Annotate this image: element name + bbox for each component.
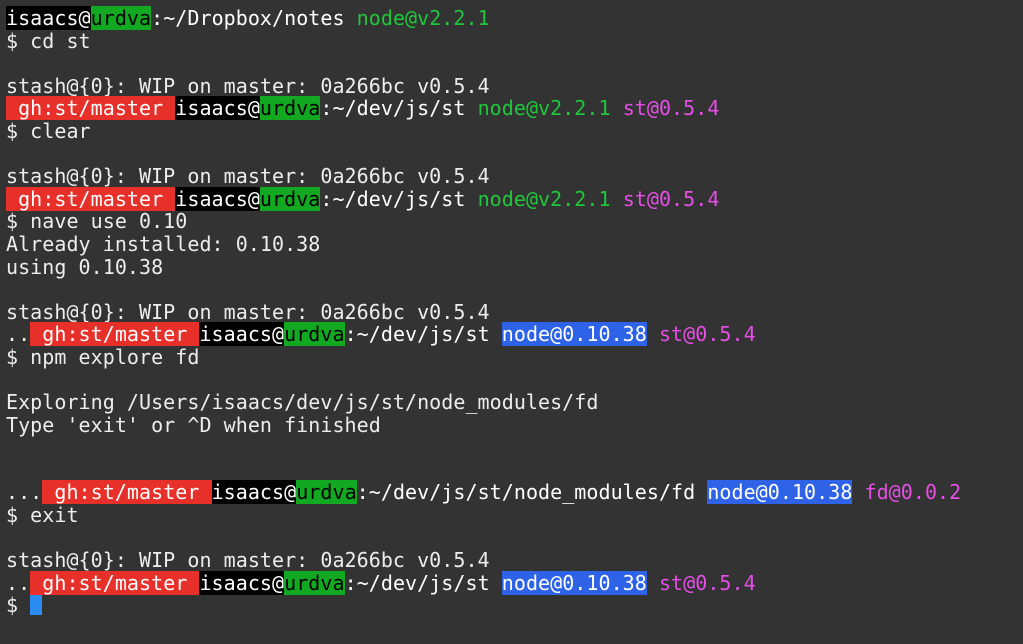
terminal-line: stash@{0}: WIP on master: 0a266bc v0.5.4 (6, 165, 1023, 188)
prompt-host: urdva (90, 6, 152, 30)
output-text: stash@{0}: WIP on master: 0a266bc v0.5.4 (6, 548, 490, 573)
prompt-host: urdva (284, 322, 345, 347)
output-text: stash@{0}: WIP on master: 0a266bc v0.5.4 (6, 299, 490, 324)
prompt-user: isaacs@ (6, 6, 91, 30)
prompt-user: isaacs@ (199, 570, 285, 595)
terminal-line: $ npm explore fd (6, 346, 1023, 369)
output-text: .. (6, 570, 31, 595)
git-branch-badge: gh:st/master (42, 480, 212, 505)
terminal-line: isaacs@urdva:~/Dropbox/notes node@v2.2.1 (6, 6, 1023, 30)
terminal-window[interactable]: isaacs@urdva:~/Dropbox/notes node@v2.2.1… (0, 0, 1023, 644)
git-branch-badge: gh:st/master (6, 186, 176, 211)
package-version: st@0.5.4 (622, 96, 720, 121)
package-version: st@0.5.4 (658, 322, 756, 347)
prompt-path: :~/dev/js/st (320, 186, 478, 211)
terminal-line: $ clear (6, 120, 1023, 143)
output-text: Exploring /Users/isaacs/dev/js/st/node_m… (6, 390, 599, 415)
output-text: stash@{0}: WIP on master: 0a266bc v0.5.4 (6, 164, 490, 189)
output-text: stash@{0}: WIP on master: 0a266bc v0.5.4 (6, 73, 490, 98)
output-text: Already installed: 0.10.38 (6, 231, 321, 256)
prompt-user: isaacs@ (211, 480, 297, 505)
output-text: $ exit (6, 503, 79, 528)
git-branch-badge: gh:st/master (6, 96, 176, 121)
terminal-line: .. gh:st/master isaacs@urdva:~/dev/js/st… (6, 570, 1023, 595)
git-branch-badge: gh:st/master (30, 322, 200, 347)
node-version-highlight: node@0.10.38 (501, 570, 647, 595)
git-branch-badge: gh:st/master (30, 570, 200, 595)
node-version: node@v2.2.1 (477, 186, 611, 211)
prompt-user: isaacs@ (175, 186, 260, 211)
terminal-line: .. gh:st/master isaacs@urdva:~/dev/js/st… (6, 322, 1023, 347)
node-version-highlight: node@0.10.38 (501, 322, 647, 347)
node-version-highlight: node@0.10.38 (707, 480, 853, 505)
package-version: st@0.5.4 (658, 570, 756, 595)
terminal-line: stash@{0}: WIP on master: 0a266bc v0.5.4 (6, 299, 1023, 324)
terminal-line: Type 'exit' or ^D when finished (6, 412, 1023, 437)
output-text: using 0.10.38 (6, 254, 164, 279)
prompt-host: urdva (259, 96, 321, 121)
prompt-host: urdva (296, 480, 357, 505)
prompt-user: isaacs@ (199, 322, 285, 347)
node-version: node@v2.2.1 (356, 6, 490, 30)
node-version: node@v2.2.1 (477, 96, 611, 121)
package-version: fd@0.0.2 (864, 480, 962, 505)
output-text: $ (6, 593, 31, 618)
terminal-line: $ (6, 594, 1023, 617)
prompt-path: :~/Dropbox/notes (151, 6, 357, 30)
terminal-line: $ cd st (6, 28, 1023, 53)
terminal-line: gh:st/master isaacs@urdva:~/dev/js/st no… (6, 96, 1023, 121)
terminal-line: $ exit (6, 504, 1023, 527)
terminal-line: Already installed: 0.10.38 (6, 233, 1023, 256)
output-text: ... (6, 480, 43, 505)
terminal-line: stash@{0}: WIP on master: 0a266bc v0.5.4 (6, 549, 1023, 572)
terminal-line: $ nave use 0.10 (6, 210, 1023, 233)
terminal-line: using 0.10.38 (6, 254, 1023, 279)
prompt-host: urdva (284, 570, 345, 595)
output-text: $ nave use 0.10 (6, 209, 188, 234)
output-text: $ clear (6, 118, 91, 143)
terminal-line: ... gh:st/master isaacs@urdva:~/dev/js/s… (6, 480, 1023, 505)
prompt-path: :~/dev/js/st (344, 570, 502, 595)
output-text: Type 'exit' or ^D when finished (6, 412, 381, 437)
terminal-line: gh:st/master isaacs@urdva:~/dev/js/st no… (6, 186, 1023, 211)
text-cursor[interactable] (30, 595, 43, 616)
package-version: st@0.5.4 (622, 186, 720, 211)
prompt-user: isaacs@ (175, 96, 260, 121)
output-text: .. (6, 322, 31, 347)
prompt-host: urdva (259, 186, 321, 211)
prompt-path: :~/dev/js/st (320, 96, 478, 121)
terminal-line: stash@{0}: WIP on master: 0a266bc v0.5.4 (6, 73, 1023, 98)
prompt-path: :~/dev/js/st/node_modules/fd (356, 480, 708, 505)
prompt-path: :~/dev/js/st (344, 322, 502, 347)
output-text: $ cd st (6, 28, 91, 53)
output-text: $ npm explore fd (6, 344, 200, 369)
terminal-line: Exploring /Users/isaacs/dev/js/st/node_m… (6, 391, 1023, 414)
